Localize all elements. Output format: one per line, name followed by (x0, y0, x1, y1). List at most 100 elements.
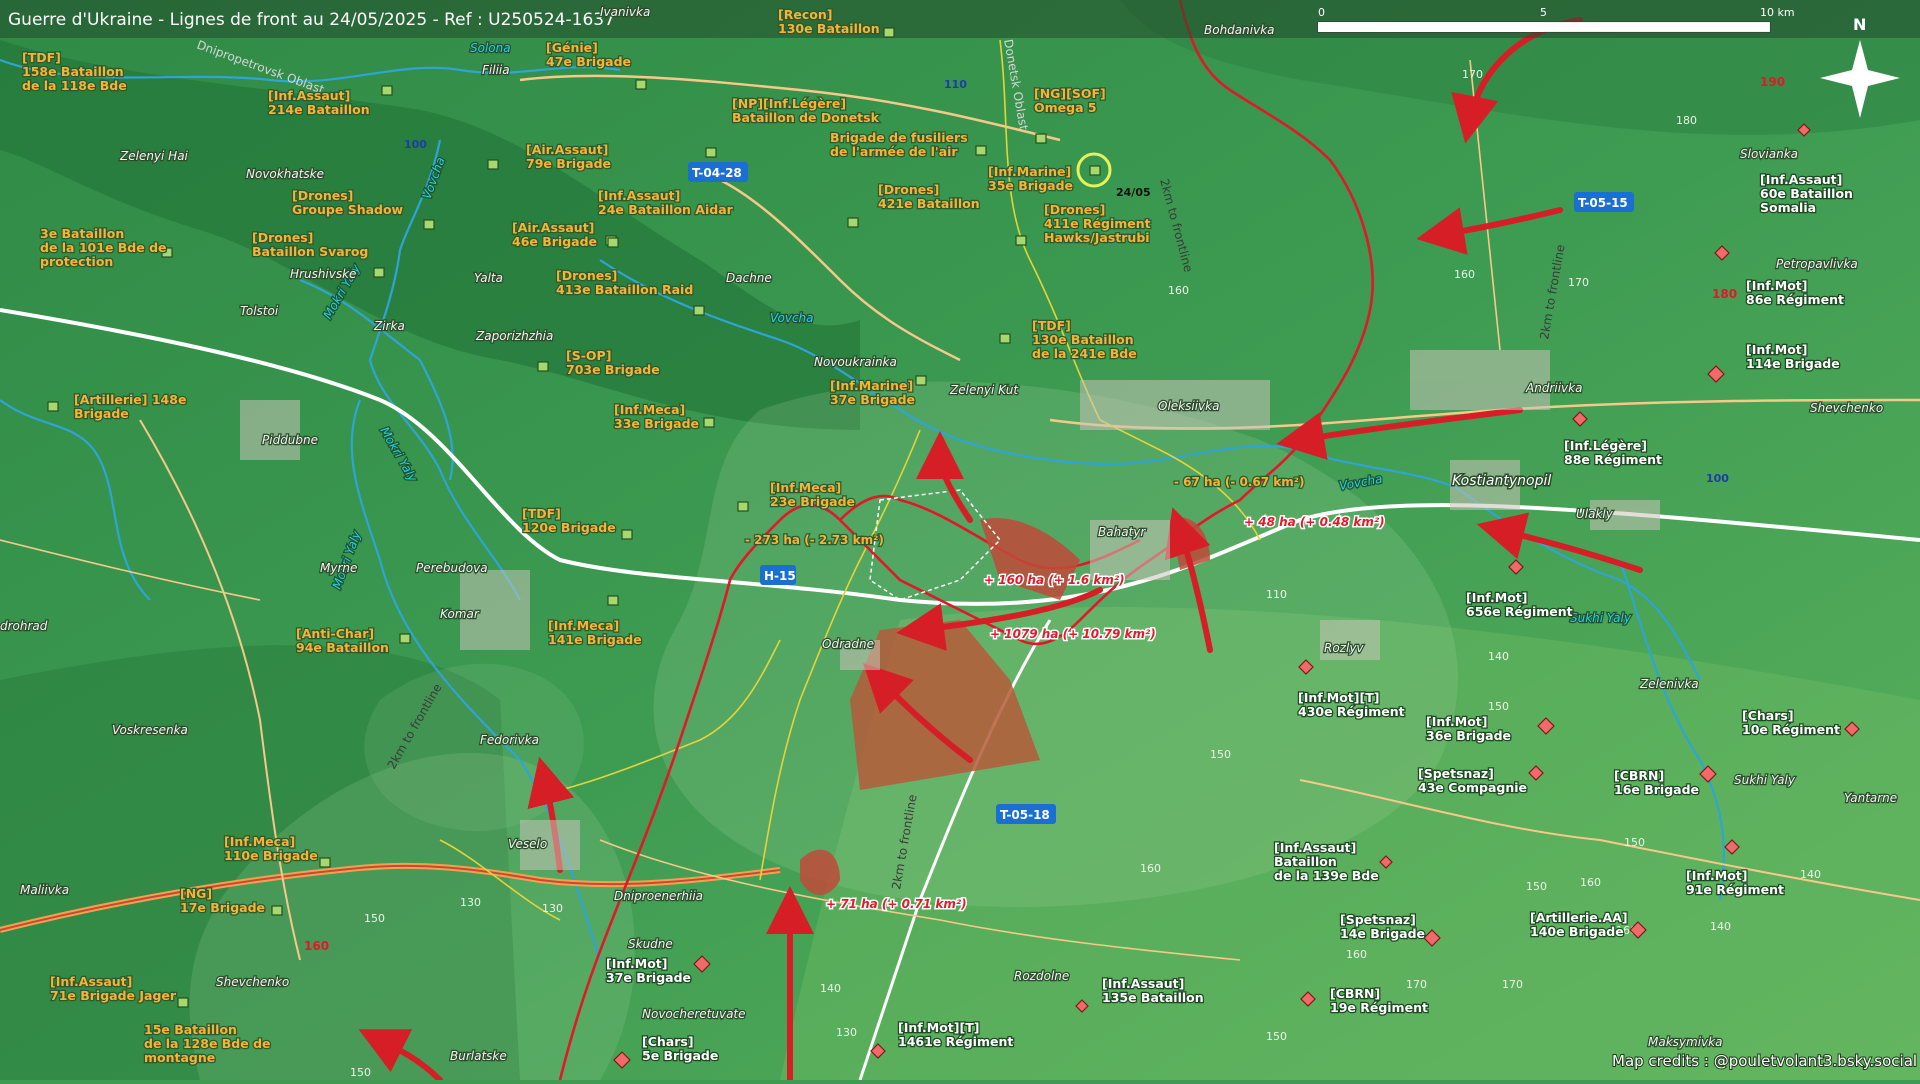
svg-text:[Spetsnaz]: [Spetsnaz] (1340, 912, 1416, 927)
svg-text:[Inf.Assaut]: [Inf.Assaut] (268, 88, 350, 103)
map-view[interactable]: Guerre d'Ukraine - Lignes de front au 24… (0, 0, 1920, 1083)
svg-text:656e Régiment: 656e Régiment (1466, 604, 1573, 619)
svg-text:3e Bataillon: 3e Bataillon (40, 226, 124, 241)
svg-text:130: 130 (542, 902, 563, 915)
svg-text:180: 180 (1712, 287, 1737, 301)
svg-text:10e Régiment: 10e Régiment (1742, 722, 1840, 737)
change-label: + 160 ha (+ 1.6 km²) (984, 573, 1125, 587)
svg-text:[Air.Assaut]: [Air.Assaut] (512, 220, 594, 235)
road-badge: T-04-28 (692, 166, 742, 180)
svg-text:[Génie]: [Génie] (546, 40, 598, 55)
change-label: - 67 ha (- 0.67 km²) (1174, 475, 1305, 489)
svg-text:Bataillon Svarog: Bataillon Svarog (252, 244, 368, 259)
svg-text:130: 130 (836, 1026, 857, 1039)
svg-text:140: 140 (1710, 920, 1731, 933)
town-label: Shevchenko (216, 975, 289, 989)
town-label: Bahatyr (1098, 525, 1146, 539)
svg-text:[Inf.Mot]: [Inf.Mot] (1686, 868, 1747, 883)
svg-text:[Chars]: [Chars] (642, 1034, 694, 1049)
svg-text:1461e Régiment: 1461e Régiment (898, 1034, 1013, 1049)
svg-text:130e Bataillon: 130e Bataillon (778, 21, 880, 36)
svg-text:214e Bataillon: 214e Bataillon (268, 102, 370, 117)
svg-text:[Inf.Marine]: [Inf.Marine] (830, 378, 913, 393)
svg-text:[Inf.Meca]: [Inf.Meca] (224, 834, 295, 849)
town-label: Novocheretuvate (642, 1007, 746, 1021)
svg-text:47e Brigade: 47e Brigade (546, 54, 631, 69)
svg-text:88e Régiment: 88e Régiment (1564, 452, 1662, 467)
svg-text:140: 140 (1488, 650, 1509, 663)
svg-text:[CBRN]: [CBRN] (1330, 986, 1380, 1001)
svg-text:170: 170 (1406, 978, 1427, 991)
svg-text:Groupe Shadow: Groupe Shadow (292, 202, 404, 217)
svg-text:[Inf.Meca]: [Inf.Meca] (770, 480, 841, 495)
town-label: Petropavlivka (1776, 257, 1858, 271)
town-label: Shevchenko (1810, 401, 1883, 415)
svg-text:160: 160 (1454, 268, 1475, 281)
svg-text:120e Brigade: 120e Brigade (522, 520, 616, 535)
town-label: Novokhatske (246, 167, 324, 181)
svg-text:[Artillerie] 148e: [Artillerie] 148e (74, 392, 186, 407)
svg-text:170: 170 (1502, 978, 1523, 991)
svg-text:160: 160 (1346, 948, 1367, 961)
svg-text:91e Régiment: 91e Régiment (1686, 882, 1784, 897)
town-label: Maksymivka (1648, 1035, 1722, 1049)
svg-text:[TDF]: [TDF] (1032, 318, 1071, 333)
ua-unit: [Inf.Marine]35e Brigade (987, 163, 1075, 195)
svg-text:[Inf.Marine]: [Inf.Marine] (988, 164, 1071, 179)
road-badge: T-05-15 (1578, 196, 1628, 210)
svg-text:16e Brigade: 16e Brigade (1614, 782, 1699, 797)
svg-text:[Drones]: [Drones] (292, 188, 353, 203)
svg-text:140: 140 (820, 982, 841, 995)
svg-text:703e Brigade: 703e Brigade (566, 362, 660, 377)
svg-text:[Inf.Mot][T]: [Inf.Mot][T] (898, 1020, 979, 1035)
svg-text:46e Brigade: 46e Brigade (512, 234, 597, 249)
svg-text:[Inf.Mot]: [Inf.Mot] (1746, 278, 1807, 293)
svg-text:Bataillon de Donetsk: Bataillon de Donetsk (732, 110, 880, 125)
town-label: Perebudova (416, 561, 488, 575)
svg-text:94e Bataillon: 94e Bataillon (296, 640, 389, 655)
svg-text:150: 150 (1266, 1030, 1287, 1043)
change-label: - 273 ha (- 2.73 km²) (745, 533, 884, 547)
town-label: Piddubne (262, 433, 318, 447)
svg-text:[Air.Assaut]: [Air.Assaut] (526, 142, 608, 157)
ru-unit: [Artillerie.AA]140e Brigade (1529, 909, 1629, 941)
svg-text:Hawks/Jastrubi: Hawks/Jastrubi (1044, 230, 1150, 245)
town-label: Dachne (726, 271, 772, 285)
road-badge: T-05-18 (1000, 808, 1050, 822)
town-label: Slovianka (1740, 147, 1798, 161)
svg-text:14e Brigade: 14e Brigade (1340, 926, 1425, 941)
svg-text:[Inf.Assaut]: [Inf.Assaut] (598, 188, 680, 203)
svg-text:[Inf.Mot][T]: [Inf.Mot][T] (1298, 690, 1379, 705)
svg-text:37e Brigade: 37e Brigade (830, 392, 915, 407)
svg-text:[CBRN]: [CBRN] (1614, 768, 1664, 783)
svg-text:[Drones]: [Drones] (556, 268, 617, 283)
svg-text:421e Bataillon: 421e Bataillon (878, 196, 980, 211)
svg-text:190: 190 (1760, 75, 1785, 89)
svg-text:[Artillerie.AA]: [Artillerie.AA] (1530, 910, 1628, 925)
town-label: Maliivka (20, 883, 69, 897)
svg-text:[Drones]: [Drones] (252, 230, 313, 245)
town-label: Myrne (320, 561, 357, 575)
svg-text:150: 150 (1526, 880, 1547, 893)
river-label: Vovcha (770, 311, 814, 325)
svg-text:35e Brigade: 35e Brigade (988, 178, 1073, 193)
svg-text:36e Brigade: 36e Brigade (1426, 728, 1511, 743)
svg-text:[Drones]: [Drones] (878, 182, 939, 197)
town-label: Zirka (373, 319, 405, 333)
svg-text:Brigade de fusiliers: Brigade de fusiliers (830, 130, 968, 145)
svg-text:de la 139e Bde: de la 139e Bde (1274, 868, 1379, 883)
svg-text:110: 110 (1266, 588, 1287, 601)
change-label: + 1079 ha (+ 10.79 km²) (990, 627, 1156, 641)
change-label: + 48 ha (+ 0.48 km²) (1244, 515, 1385, 529)
town-label: Rozlyv (1324, 641, 1364, 655)
svg-text:[Spetsnaz]: [Spetsnaz] (1418, 766, 1494, 781)
ua-unit: [Inf.Marine]37e Brigade (829, 377, 917, 409)
date-marker: 24/05 (1116, 186, 1151, 199)
svg-text:150: 150 (364, 912, 385, 925)
svg-text:[S-OP]: [S-OP] (566, 348, 611, 363)
svg-text:montagne: montagne (144, 1050, 215, 1065)
svg-text:170: 170 (1462, 68, 1483, 81)
svg-text:[Anti-Char]: [Anti-Char] (296, 626, 374, 641)
svg-text:protection: protection (40, 254, 113, 269)
svg-text:[Inf.Meca]: [Inf.Meca] (614, 402, 685, 417)
